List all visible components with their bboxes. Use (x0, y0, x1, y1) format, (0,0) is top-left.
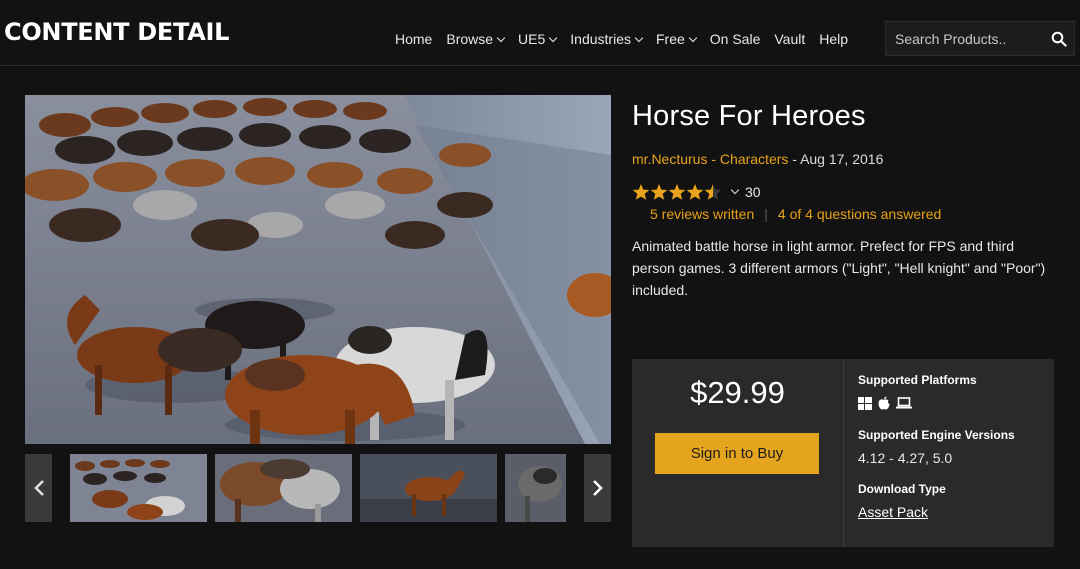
nav-help[interactable]: Help (819, 31, 848, 47)
download-type-link[interactable]: Asset Pack (858, 504, 928, 520)
release-date: Aug 17, 2016 (800, 151, 884, 167)
purchase-panel: $29.99 Sign in to Buy Supported Platform… (632, 359, 1054, 547)
download-type-heading: Download Type (858, 482, 946, 496)
thumbnail-4[interactable] (505, 454, 566, 522)
chevron-down-icon (730, 185, 740, 195)
chevron-down-icon (549, 33, 558, 42)
seller-link[interactable]: mr.Necturus (632, 151, 707, 167)
nav-browse[interactable]: Browse (446, 31, 506, 47)
reviews-links: 5 reviews written | 4 of 4 questions ans… (650, 206, 942, 222)
product-main-image[interactable] (25, 95, 611, 444)
nav-home[interactable]: Home (395, 31, 432, 47)
product-title: Horse For Heroes (632, 100, 866, 132)
gallery-prev-button[interactable] (25, 454, 52, 522)
search-input[interactable] (886, 30, 1044, 47)
thumbnail-1[interactable] (70, 454, 207, 522)
chevron-left-icon (33, 480, 44, 496)
windows-icon (858, 396, 872, 410)
apple-icon (878, 396, 890, 410)
thumbnail-3[interactable] (360, 454, 497, 522)
thumbnail-2[interactable] (215, 454, 352, 522)
category-link[interactable]: Characters (720, 151, 788, 167)
platforms-heading: Supported Platforms (858, 373, 977, 387)
nav-free[interactable]: Free (656, 31, 698, 47)
header-divider (0, 65, 1080, 66)
rating-count: 30 (745, 184, 761, 200)
thumbnail-strip (25, 454, 611, 522)
nav-on-sale[interactable]: On Sale (710, 31, 761, 47)
laptop-icon (896, 397, 912, 409)
questions-answered-link[interactable]: 4 of 4 questions answered (778, 206, 941, 222)
product-description: Animated battle horse in light armor. Pr… (632, 238, 1046, 298)
sign-in-to-buy-button[interactable]: Sign in to Buy (655, 433, 819, 474)
chevron-right-icon (592, 480, 603, 496)
search-icon[interactable] (1044, 21, 1074, 56)
product-meta: mr.Necturus - Characters - Aug 17, 2016 (632, 151, 884, 167)
product-price: $29.99 (690, 375, 785, 410)
main-nav: Home Browse UE5 Industries Free On Sale … (395, 22, 862, 56)
product-specs: Supported Platforms Supported Engine Ver… (858, 373, 1048, 522)
reviews-written-link[interactable]: 5 reviews written (650, 206, 754, 222)
rating-widget[interactable]: 30 (632, 180, 761, 204)
nav-industries[interactable]: Industries (570, 31, 644, 47)
gallery-next-button[interactable] (584, 454, 611, 522)
search-box (885, 21, 1075, 56)
horses-render (25, 95, 611, 444)
engine-versions-heading: Supported Engine Versions (858, 428, 1015, 442)
chevron-down-icon (688, 33, 698, 42)
chevron-down-icon (634, 33, 644, 42)
nav-ue5[interactable]: UE5 (518, 31, 558, 47)
chevron-down-icon (496, 33, 506, 42)
panel-divider (843, 359, 844, 547)
nav-vault[interactable]: Vault (774, 31, 805, 47)
platform-icons (858, 396, 1048, 410)
star-rating-icon (632, 184, 722, 200)
engine-versions: 4.12 - 4.27, 5.0 (858, 450, 953, 466)
site-logo[interactable]: CONTENT DETAIL (4, 18, 229, 46)
